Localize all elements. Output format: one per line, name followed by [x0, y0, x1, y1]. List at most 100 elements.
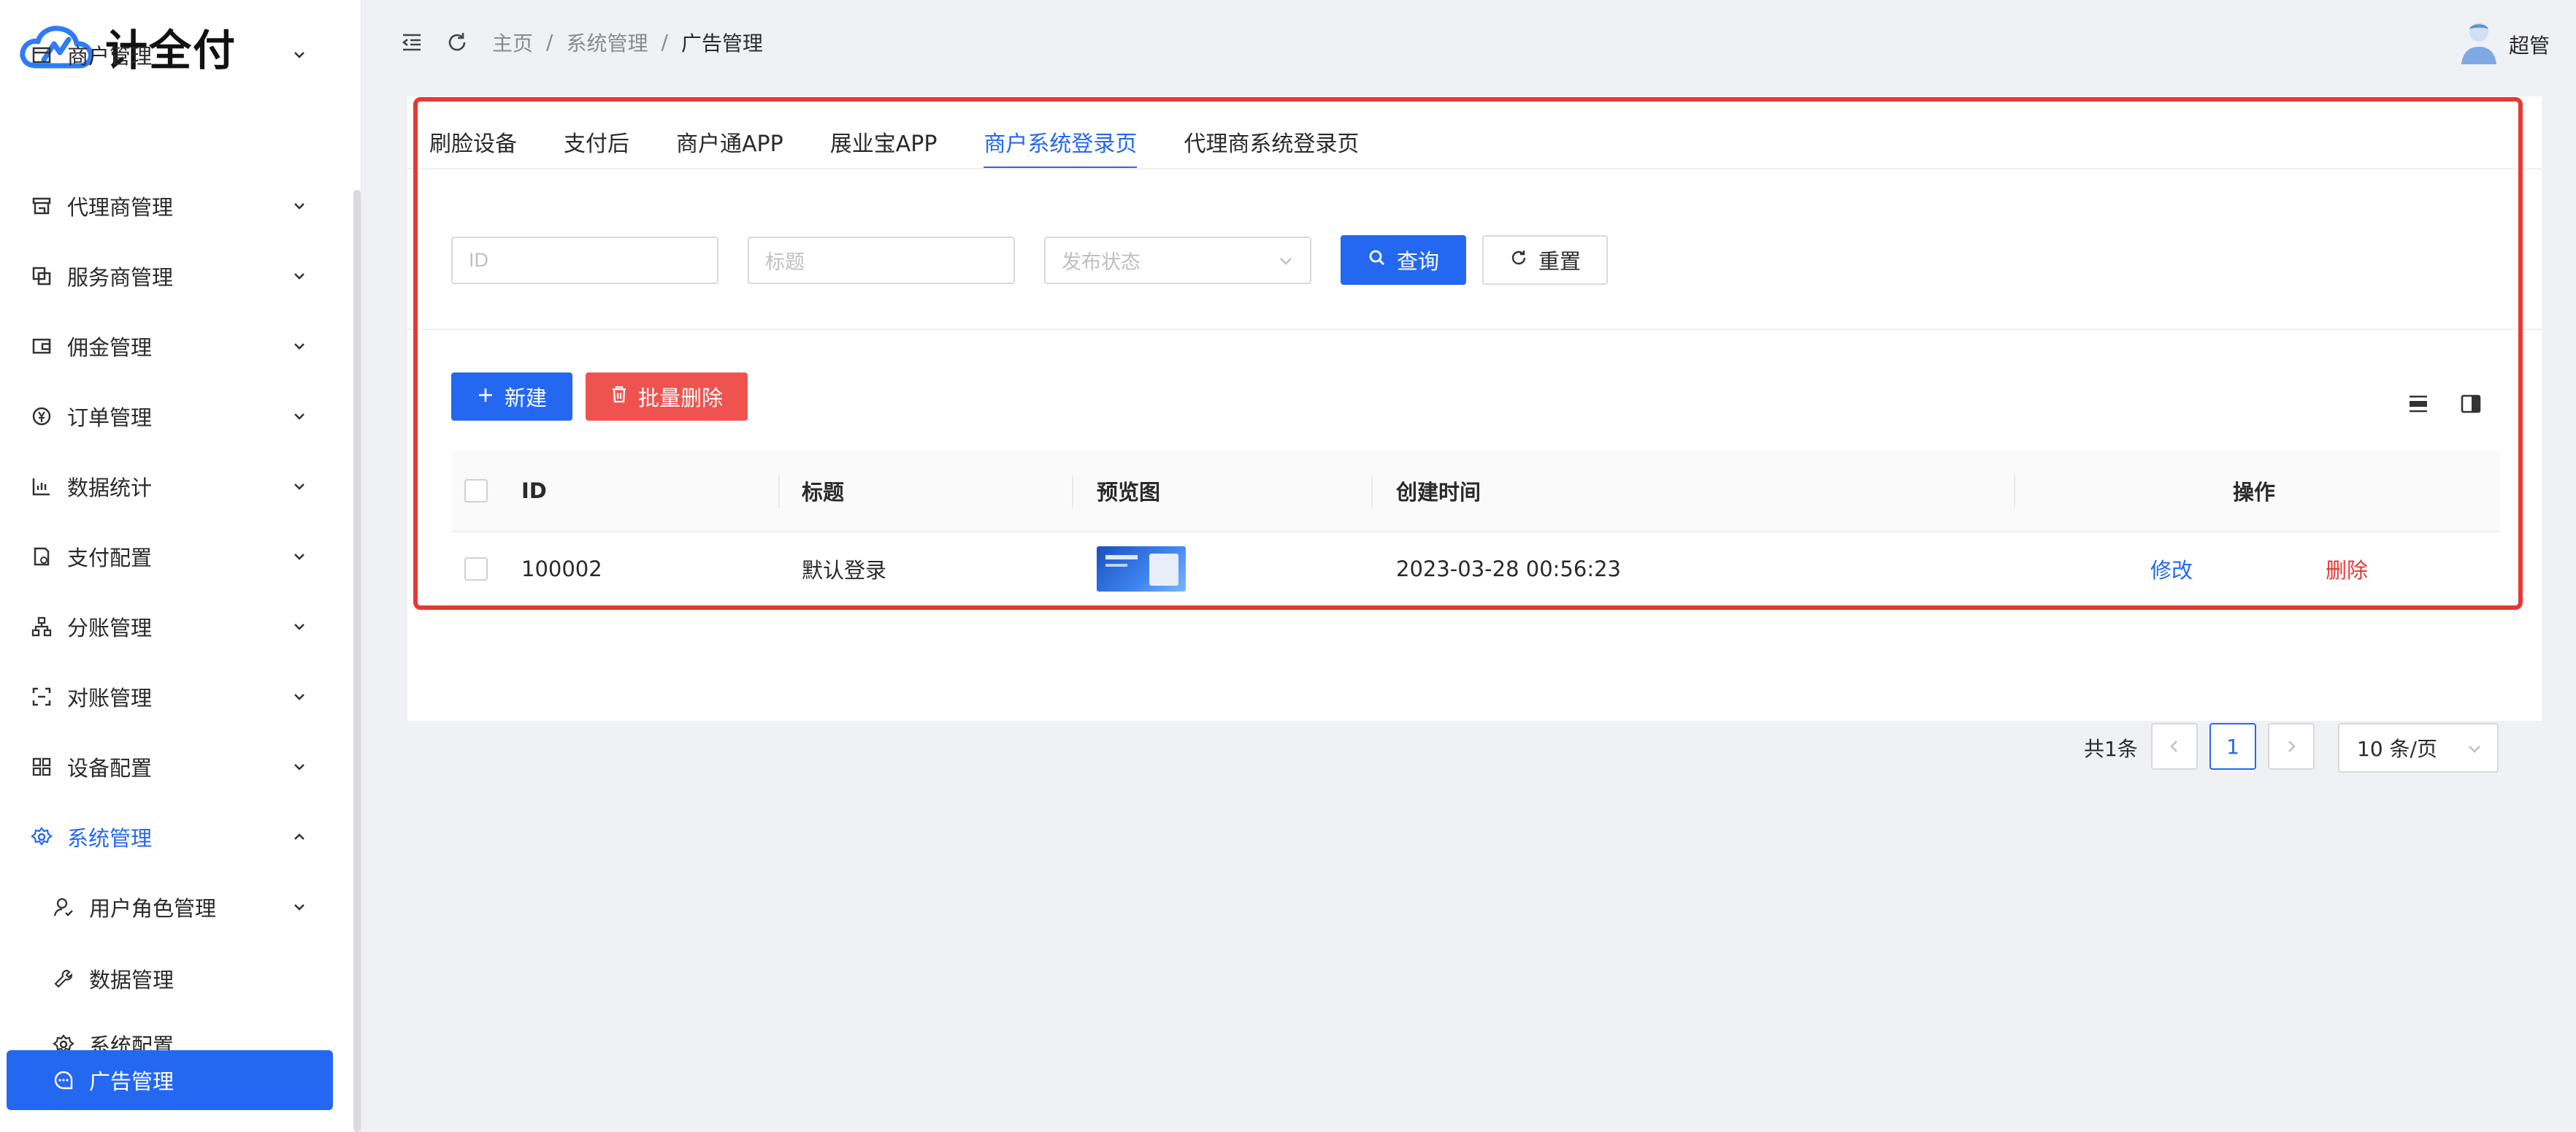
top-header: 主页 / 系统管理 / 广告管理 超管 — [362, 0, 2576, 84]
status-filter-select[interactable]: 发布状态 — [1044, 237, 1311, 284]
breadcrumb-current: 广告管理 — [681, 31, 763, 56]
page-size-select[interactable]: 10 条/页 — [2338, 723, 2499, 773]
sidebar-item-device-config[interactable]: 设备配置 — [0, 734, 353, 800]
chat-bubble-icon — [51, 1068, 76, 1093]
tab-merchant-app[interactable]: 商户通APP — [676, 118, 783, 169]
batch-delete-label: 批量删除 — [637, 386, 723, 410]
sidebar-item-commission[interactable]: 佣金管理 — [0, 313, 353, 379]
reset-button[interactable]: 重置 — [1482, 235, 1608, 285]
sidebar-item-orders[interactable]: 订单管理 — [0, 383, 353, 449]
sidebar: 计全付 商户管理 代理商管理 服务商管理 佣金管理 订单管理 数据统计 支付配置… — [0, 0, 361, 1132]
column-header-id[interactable]: ID — [521, 451, 547, 531]
table-row: 100002 默认登录 2023-03-28 00:56:23 修改 删除 — [451, 532, 2500, 605]
breadcrumb-system-management[interactable]: 系统管理 — [566, 28, 648, 57]
chevron-down-icon — [289, 336, 310, 356]
chevron-up-icon — [289, 827, 310, 847]
query-button[interactable]: 查询 — [1341, 235, 1466, 285]
sidebar-item-label: 订单管理 — [67, 405, 153, 430]
new-button-label: 新建 — [504, 386, 547, 410]
chevron-down-icon — [289, 757, 310, 777]
sidebar-item-merchant[interactable]: 商户管理 — [0, 22, 353, 88]
sidebar-item-split-account[interactable]: 分账管理 — [0, 594, 353, 659]
org-tree-icon — [29, 614, 54, 639]
sidebar-item-label: 对账管理 — [67, 686, 153, 711]
plus-icon — [477, 384, 494, 409]
sidebar-item-statistics[interactable]: 数据统计 — [0, 454, 353, 519]
sidebar-item-label: 支付配置 — [67, 546, 153, 570]
column-header-preview[interactable]: 预览图 — [1097, 451, 1160, 531]
file-settings-icon — [29, 544, 54, 569]
batch-delete-button[interactable]: 批量删除 — [586, 372, 748, 421]
title-filter-placeholder: 标题 — [765, 251, 805, 273]
sidebar-item-system-management[interactable]: 系统管理 — [0, 804, 353, 870]
user-role-icon — [51, 895, 76, 919]
chevron-down-icon — [289, 45, 310, 65]
user-menu[interactable]: 超管 — [2459, 19, 2550, 69]
sidebar-item-label: 商户管理 — [67, 44, 153, 69]
ad-management-card: 刷脸设备 支付后 商户通APP 展业宝APP 商户系统登录页 代理商系统登录页 … — [407, 96, 2542, 773]
cell-preview[interactable] — [1097, 532, 1186, 605]
page-size-value: 10 条/页 — [2357, 737, 2437, 761]
sidebar-subitem-data-management[interactable]: 数据管理 — [0, 946, 353, 1011]
shop-icon — [29, 194, 54, 218]
column-header-actions: 操作 — [2233, 480, 2276, 505]
id-filter-input[interactable]: ID — [451, 237, 718, 284]
column-header-title[interactable]: 标题 — [802, 451, 844, 531]
density-icon[interactable] — [2405, 391, 2431, 417]
column-settings-icon[interactable] — [2458, 391, 2484, 417]
edit-link[interactable]: 修改 — [2150, 532, 2193, 605]
breadcrumb: 主页 / 系统管理 / 广告管理 — [492, 28, 763, 57]
sidebar-item-reconciliation[interactable]: 对账管理 — [0, 664, 353, 730]
next-page-button[interactable] — [2268, 723, 2315, 770]
store-icon — [29, 42, 54, 67]
chevron-down-icon — [2465, 739, 2484, 763]
prev-page-button[interactable] — [2151, 723, 2198, 770]
chevron-down-icon — [1276, 251, 1295, 275]
sidebar-subitem-ad-management[interactable]: 广告管理 — [7, 1050, 333, 1110]
search-icon — [1368, 248, 1387, 272]
tab-after-payment[interactable]: 支付后 — [564, 118, 629, 169]
select-all-checkbox[interactable] — [464, 451, 488, 531]
breadcrumb-separator: / — [661, 30, 668, 54]
chevron-down-icon — [289, 897, 310, 917]
chevron-down-icon — [289, 476, 310, 497]
column-separator — [2014, 475, 2015, 508]
wallet-icon — [29, 334, 54, 359]
cell-created-time: 2023-03-28 00:56:23 — [1396, 557, 1621, 581]
title-filter-input[interactable]: 标题 — [748, 237, 1015, 284]
reconcile-icon — [29, 684, 54, 709]
sidebar-item-label: 服务商管理 — [67, 265, 174, 290]
column-separator — [778, 475, 780, 508]
tab-agent-login-page[interactable]: 代理商系统登录页 — [1184, 118, 1359, 169]
chevron-down-icon — [289, 616, 310, 637]
sidebar-scrollbar[interactable] — [353, 190, 361, 1132]
chevron-down-icon — [289, 196, 310, 216]
id-filter-placeholder: ID — [469, 249, 488, 271]
page-1-button[interactable]: 1 — [2209, 723, 2256, 770]
menu-fold-icon[interactable] — [397, 28, 426, 57]
column-header-created-time[interactable]: 创建时间 — [1396, 451, 1481, 531]
sidebar-item-service-provider[interactable]: 服务商管理 — [0, 243, 353, 309]
page-number: 1 — [2226, 734, 2239, 759]
bar-chart-icon — [29, 474, 54, 499]
breadcrumb-home[interactable]: 主页 — [492, 28, 533, 57]
sidebar-item-label: 系统管理 — [67, 826, 153, 851]
preview-thumbnail[interactable] — [1097, 546, 1186, 592]
sidebar-subitem-user-role[interactable]: 用户角色管理 — [0, 874, 353, 940]
tab-merchant-login-page[interactable]: 商户系统登录页 — [984, 118, 1138, 169]
sidebar-item-agent[interactable]: 代理商管理 — [0, 173, 353, 239]
refresh-icon[interactable] — [442, 28, 472, 57]
sidebar-item-label: 数据统计 — [67, 475, 153, 500]
table-header: ID 标题 预览图 创建时间 操作 — [451, 451, 2500, 532]
tab-zhanyebao-app[interactable]: 展业宝APP — [830, 118, 938, 169]
row-checkbox[interactable] — [464, 532, 488, 605]
cell-id: 100002 — [521, 557, 602, 581]
filter-divider — [407, 329, 2542, 330]
sidebar-item-payment-config[interactable]: 支付配置 — [0, 524, 353, 589]
chevron-down-icon — [289, 687, 310, 707]
sidebar-item-label: 用户角色管理 — [89, 896, 217, 921]
tab-face-device[interactable]: 刷脸设备 — [429, 118, 517, 169]
new-button[interactable]: 新建 — [451, 372, 572, 421]
yuan-circle-icon — [29, 404, 54, 429]
delete-link[interactable]: 删除 — [2326, 532, 2368, 605]
